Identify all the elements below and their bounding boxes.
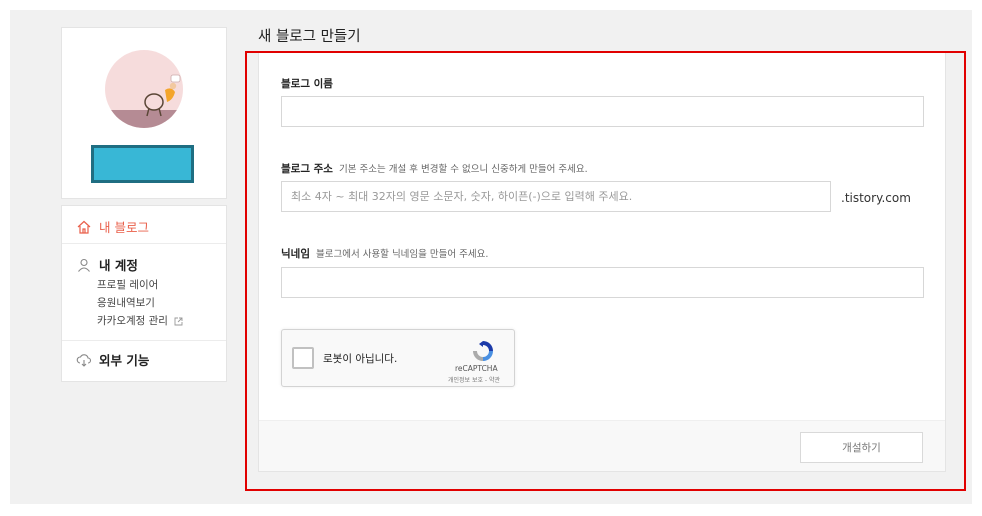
submenu-profile-layer[interactable]: 프로필 레이어 xyxy=(97,277,158,292)
submenu-label: 카카오계정 관리 xyxy=(97,315,168,327)
home-icon xyxy=(77,220,91,234)
sidebar-item-label: 내 계정 xyxy=(99,258,138,273)
divider xyxy=(62,340,226,341)
profile-card xyxy=(61,27,227,199)
divider xyxy=(62,243,226,244)
sidebar-item-label: 내 블로그 xyxy=(99,220,149,235)
blog-button[interactable] xyxy=(91,145,194,183)
sidebar-item-account[interactable]: 내 계정 xyxy=(76,255,138,274)
user-icon xyxy=(78,258,90,272)
avatar-illustration-icon xyxy=(144,74,181,117)
page-title: 새 블로그 만들기 xyxy=(258,29,361,45)
sidebar-menu: 내 블로그 내 계정 프로필 레이어 응원내역보기 카카오계정 관리 외부 기능 xyxy=(61,205,227,382)
external-link-icon xyxy=(174,317,183,325)
avatar xyxy=(105,50,183,128)
sidebar-item-external[interactable]: 외부 기능 xyxy=(76,350,149,369)
cloud-download-icon xyxy=(76,353,92,367)
highlight-outline xyxy=(245,51,966,491)
sidebar-item-label: 외부 기능 xyxy=(99,353,150,368)
sidebar-item-my-blog[interactable]: 내 블로그 xyxy=(76,217,149,236)
submenu-kakao-account[interactable]: 카카오계정 관리 xyxy=(97,313,183,328)
submenu-support-history[interactable]: 응원내역보기 xyxy=(97,295,155,310)
